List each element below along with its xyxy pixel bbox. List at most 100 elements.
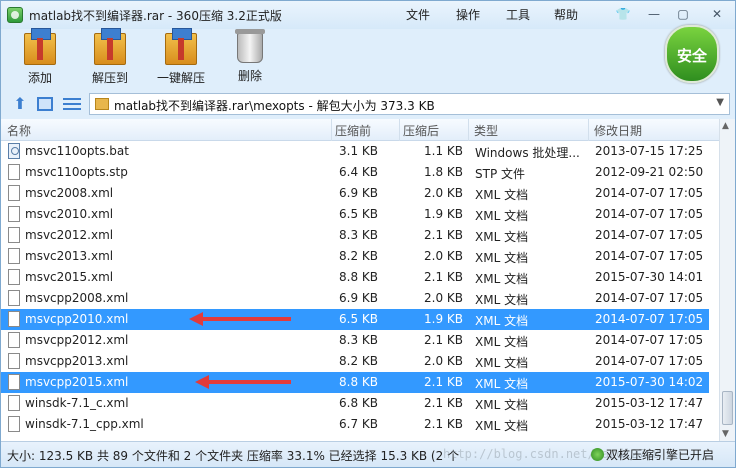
chevron-down-icon[interactable]: ▼ [716,97,724,108]
file-type: XML 文档 [475,209,529,223]
column-header-row: 名称 压缩前 压缩后 类型 修改日期 [1,119,719,141]
file-name: winsdk-7.1_c.xml [25,396,129,410]
file-icon [8,206,20,222]
column-header-packed[interactable]: 压缩后 [403,122,439,139]
modified-date: 2014-07-07 17:05 [595,291,704,305]
table-row[interactable]: msvcpp2010.xml 6.5 KB 1.9 KB XML 文档 2014-07-… [1,309,709,330]
path-input[interactable]: matlab找不到编译器.rar\mexopts - 解包大小为 373.3 K… [89,93,730,115]
add-label: 添加 [27,71,52,85]
table-row[interactable]: msvc2015.xml 8.8 KB 2.1 KB XML 文档 2015-07-30… [1,267,709,288]
file-size: 6.4 KB [339,165,378,179]
table-row[interactable]: msvc2010.xml 6.5 KB 1.9 KB XML 文档 2014-07-07… [1,204,709,225]
file-size: 6.9 KB [339,186,378,200]
file-size: 8.8 KB [339,270,378,284]
file-type: XML 文档 [475,188,529,202]
table-row[interactable]: msvcpp2008.xml 6.9 KB 2.0 KB XML 文档 2014-07-… [1,288,709,309]
packed-size: 2.1 KB [424,396,463,410]
file-rows: msvc110opts.bat 3.1 KB 1.1 KB Windows 批处理..… [1,141,719,441]
table-row[interactable]: msvc110opts.bat 3.1 KB 1.1 KB Windows 批处理..… [1,141,709,162]
engine-status-icon [591,448,604,461]
column-header-name[interactable]: 名称 [7,122,31,139]
file-type: XML 文档 [475,230,529,244]
packed-size: 2.1 KB [424,228,463,242]
skin-icon[interactable]: 👕 [613,5,633,23]
packed-size: 2.1 KB [424,333,463,347]
close-button[interactable]: ✕ [707,5,727,23]
modified-date: 2014-07-07 17:05 [595,249,704,263]
table-row[interactable]: msvc2013.xml 8.2 KB 2.0 KB XML 文档 2014-07-07… [1,246,709,267]
file-type: XML 文档 [475,272,529,286]
file-size: 8.3 KB [339,333,378,347]
annotation-arrow [195,375,291,389]
file-size: 3.1 KB [339,144,378,158]
file-list: 名称 压缩前 压缩后 类型 修改日期 msvc110opts.bat 3.1 KB… [1,119,735,441]
delete-button[interactable]: 删除 [229,29,271,84]
modified-date: 2015-07-30 14:02 [595,375,704,389]
title-bar: matlab找不到编译器.rar - 360压缩 3.2正式版 文件 操作 工具… [1,1,735,29]
menu-tools[interactable]: 工具 [506,6,530,23]
modified-date: 2015-03-12 17:47 [595,417,704,431]
modified-date: 2014-07-07 17:05 [595,186,704,200]
security-shield-badge[interactable]: 安全 [665,25,719,83]
menu-help[interactable]: 帮助 [554,6,578,23]
packed-size: 2.0 KB [424,249,463,263]
column-header-type[interactable]: 类型 [474,122,498,139]
packed-size: 1.9 KB [424,312,463,326]
table-row[interactable]: msvc2008.xml 6.9 KB 2.0 KB XML 文档 2014-07-07… [1,183,709,204]
modified-date: 2015-07-30 14:01 [595,270,704,284]
file-type: Windows 批处理... [475,146,580,160]
file-icon [8,353,20,369]
add-archive-icon [24,28,56,65]
table-row[interactable]: msvcpp2012.xml 8.3 KB 2.1 KB XML 文档 2014-07-… [1,330,709,351]
add-button[interactable]: 添加 [19,28,61,86]
file-icon [8,269,20,285]
table-row[interactable]: msvc2012.xml 8.3 KB 2.1 KB XML 文档 2014-07-07… [1,225,709,246]
menu-file[interactable]: 文件 [406,6,430,23]
file-icon [8,395,20,411]
packed-size: 1.8 KB [424,165,463,179]
file-icon [8,332,20,348]
file-icon [8,248,20,264]
up-arrow-icon[interactable]: ⬆ [11,95,29,113]
scrollbar-thumb[interactable] [722,391,733,425]
file-type: XML 文档 [475,398,529,412]
table-row[interactable]: msvcpp2013.xml 8.2 KB 2.0 KB XML 文档 2014-07-… [1,351,709,372]
file-size: 6.5 KB [339,312,378,326]
thumbnail-view-icon[interactable] [37,97,53,111]
engine-status[interactable]: 双核压缩引擎已开启 [591,446,714,463]
table-row[interactable]: msvc110opts.stp 6.4 KB 1.8 KB STP 文件 2012-09… [1,162,709,183]
folder-icon [95,98,109,110]
maximize-button[interactable]: ▢ [673,5,693,23]
modified-date: 2015-03-12 17:47 [595,396,704,410]
file-type: XML 文档 [475,377,529,391]
file-name: msvcpp2015.xml [25,375,129,389]
file-icon [8,290,20,306]
extract-to-button[interactable]: 解压到 [87,28,133,86]
window-title: matlab找不到编译器.rar - 360压缩 3.2正式版 [29,9,282,23]
file-size: 8.3 KB [339,228,378,242]
file-icon [8,164,20,180]
table-row[interactable]: winsdk-7.1_cpp.xml 6.7 KB 2.1 KB XML 文档 2015… [1,414,709,435]
vertical-scrollbar[interactable]: ▲ ▼ [719,119,735,441]
table-row[interactable]: msvcpp2015.xml 8.8 KB 2.1 KB XML 文档 2015-07-… [1,372,709,393]
scroll-up-icon[interactable]: ▲ [722,121,729,131]
column-header-size[interactable]: 压缩前 [335,122,371,139]
file-name: msvcpp2013.xml [25,354,129,368]
file-type: STP 文件 [475,167,525,181]
file-type: XML 文档 [475,314,529,328]
file-size: 8.8 KB [339,375,378,389]
one-click-extract-button[interactable]: 一键解压 [151,28,211,86]
table-row[interactable]: winsdk-7.1_c.xml 6.8 KB 2.1 KB XML 文档 2015-0… [1,393,709,414]
file-icon [8,185,20,201]
scroll-down-icon[interactable]: ▼ [722,429,729,439]
modified-date: 2014-07-07 17:05 [595,228,704,242]
column-header-modified[interactable]: 修改日期 [594,122,642,139]
one-click-extract-label: 一键解压 [156,71,205,85]
file-type: XML 文档 [475,293,529,307]
minimize-button[interactable]: — [644,5,664,23]
menu-operations[interactable]: 操作 [456,6,480,23]
file-type: XML 文档 [475,335,529,349]
toolbar: 添加 解压到 一键解压 删除 [1,28,735,91]
list-view-icon[interactable] [63,95,81,113]
file-size: 6.5 KB [339,207,378,221]
